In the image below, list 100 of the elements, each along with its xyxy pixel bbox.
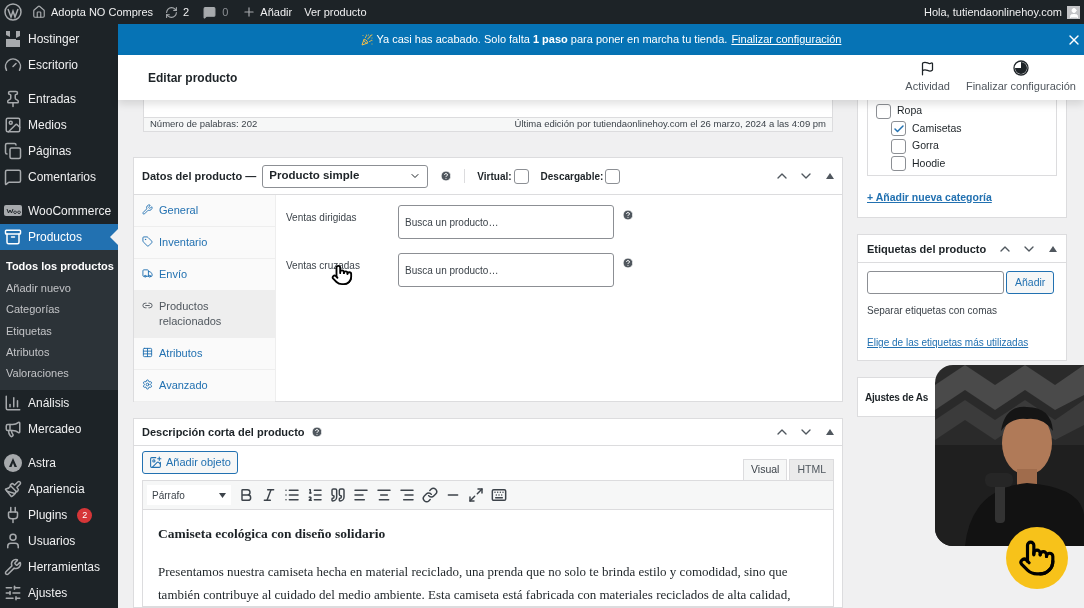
paintbrush-icon: [4, 480, 22, 499]
add-tag-button[interactable]: Añadir: [1006, 271, 1055, 295]
checkbox[interactable]: [876, 103, 891, 119]
submenu-item[interactable]: Valoraciones: [0, 362, 118, 385]
new-link[interactable]: Añadir: [260, 3, 293, 21]
dashboard-icon: [4, 56, 22, 74]
comment-icon[interactable]: [203, 5, 217, 19]
add-media-button[interactable]: Añadir objeto: [142, 451, 238, 474]
bold-icon[interactable]: [238, 487, 254, 503]
menu-item[interactable]: Apariencia: [0, 476, 118, 503]
help-icon[interactable]: [622, 257, 634, 269]
bulleted-list-icon[interactable]: [284, 487, 300, 503]
align-right-icon[interactable]: [399, 487, 415, 503]
toggle-icon[interactable]: [1049, 245, 1057, 252]
link-icon[interactable]: [422, 487, 438, 503]
header-action[interactable]: Finalizar configuración: [965, 60, 1076, 95]
add-category-link[interactable]: + Añadir nueva categoría: [867, 189, 1057, 206]
product-data-tab[interactable]: Atributos: [134, 338, 275, 370]
comment-icon: [4, 168, 22, 186]
media-icon: [4, 116, 22, 134]
avatar-icon[interactable]: [1067, 5, 1080, 19]
keyboard-icon[interactable]: [491, 487, 507, 503]
menu-item[interactable]: Astra: [0, 450, 118, 477]
sliders-icon: [4, 584, 22, 603]
italic-icon[interactable]: [261, 487, 277, 503]
link-icon: [142, 300, 153, 311]
toggle-icon[interactable]: [826, 173, 834, 179]
product-data-tab[interactable]: General: [134, 195, 275, 227]
greeting-link[interactable]: Hola, tutiendaonlinehoy.com: [924, 3, 1062, 21]
product-data-tab[interactable]: Productos relacionados: [134, 291, 275, 338]
numbered-list-icon[interactable]: [307, 487, 323, 503]
submenu-item[interactable]: Categorías: [0, 298, 118, 321]
menu-item[interactable]: Páginas: [0, 138, 118, 164]
count-badge: 2: [77, 507, 93, 523]
menu-item[interactable]: Hostinger: [0, 26, 118, 52]
submenu-item[interactable]: Todos los productos: [0, 256, 118, 278]
bar-chart-icon: [4, 394, 22, 413]
current-arrow-icon: [110, 229, 118, 245]
menu-item[interactable]: Comentarios: [0, 164, 118, 190]
site-name-link[interactable]: Adopta NO Compres: [51, 3, 154, 21]
align-left-icon[interactable]: [353, 487, 369, 503]
user-icon: [4, 532, 22, 551]
submenu-item[interactable]: Etiquetas: [0, 320, 118, 342]
table-icon: [142, 347, 153, 358]
format-select[interactable]: Párrafo: [147, 485, 231, 505]
gear-icon: [142, 379, 153, 390]
checkbox[interactable]: [891, 156, 906, 172]
quote-icon[interactable]: [330, 487, 346, 503]
menu-item[interactable]: Plugins 2: [0, 502, 118, 529]
category-label: Gorra: [912, 138, 939, 154]
checkbox[interactable]: [605, 168, 621, 184]
header-action[interactable]: Actividad: [905, 61, 950, 95]
editor-mode-tab[interactable]: Visual: [743, 459, 788, 480]
help-icon[interactable]: [440, 170, 453, 182]
menu-item[interactable]: Mercadeo: [0, 416, 118, 443]
toggle-icon[interactable]: [826, 429, 834, 435]
fullscreen-icon[interactable]: [468, 487, 484, 503]
menu-item[interactable]: Entradas: [0, 86, 118, 112]
menu-item[interactable]: Análisis: [0, 390, 118, 417]
menu-item[interactable]: Usuarios: [0, 528, 118, 555]
box-title: Etiquetas del producto: [867, 241, 987, 257]
updates-count[interactable]: 2: [183, 3, 190, 21]
product-search-field[interactable]: Busca un producto…: [398, 253, 614, 287]
word-count: Número de palabras: 202: [150, 117, 258, 132]
checkbox[interactable]: [891, 138, 906, 154]
menu-item[interactable]: WooCommerce: [0, 198, 118, 224]
home-icon[interactable]: [32, 5, 46, 19]
product-type-select[interactable]: Producto simple: [262, 164, 429, 188]
most-used-tags-link[interactable]: Elige de las etiquetas más utilizadas: [867, 335, 1057, 351]
page-title: Editar producto: [148, 69, 238, 87]
product-data-tab[interactable]: Avanzado: [134, 370, 275, 402]
product-data-tab[interactable]: Inventario: [134, 227, 275, 259]
help-icon[interactable]: [622, 209, 634, 221]
submenu-item[interactable]: Añadir nuevo: [0, 277, 118, 299]
menu-item[interactable]: Herramientas: [0, 554, 118, 581]
add-icon[interactable]: [242, 5, 257, 19]
truck-icon: [142, 268, 153, 279]
option-label: Descargable:: [540, 169, 604, 184]
menu-item[interactable]: Medios: [0, 112, 118, 138]
checkbox[interactable]: [513, 168, 529, 184]
product-search-field[interactable]: Busca un producto…: [398, 205, 614, 239]
category-label: Hoodie: [912, 155, 946, 171]
finish-setup-link[interactable]: Finalizar configuración: [731, 31, 842, 48]
help-icon[interactable]: [310, 426, 323, 438]
editor-mode-tab[interactable]: HTML: [789, 459, 834, 480]
tag-input-field[interactable]: [867, 271, 1004, 295]
menu-item[interactable]: Productos: [0, 224, 118, 250]
submenu-item[interactable]: Atributos: [0, 341, 118, 363]
checkbox[interactable]: [891, 121, 906, 137]
category-label: Camisetas: [912, 120, 962, 136]
content-paragraph: Presentamos nuestra camiseta hecha en material reciclado, una prenda que no solo te brinda estilo y comodidad, sino que también contribuye al cuidado del medio ambiente. Esta camiseta está fabricada con materiales reciclados de alta calidad,: [158, 563, 792, 605]
view-product-link[interactable]: Ver producto: [304, 3, 367, 21]
menu-item[interactable]: Ajustes: [0, 580, 118, 607]
tags-hint: Separar etiquetas con comas: [867, 304, 999, 319]
align-center-icon[interactable]: [376, 487, 392, 503]
notice-text: Ya casi has acabado. Solo falta 1 paso para poner en marcha tu tienda.: [376, 32, 728, 48]
pin-icon: [4, 90, 22, 108]
updates-icon[interactable]: [165, 5, 179, 19]
comments-count[interactable]: 0: [222, 3, 229, 21]
menu-item[interactable]: Escritorio: [0, 52, 118, 78]
